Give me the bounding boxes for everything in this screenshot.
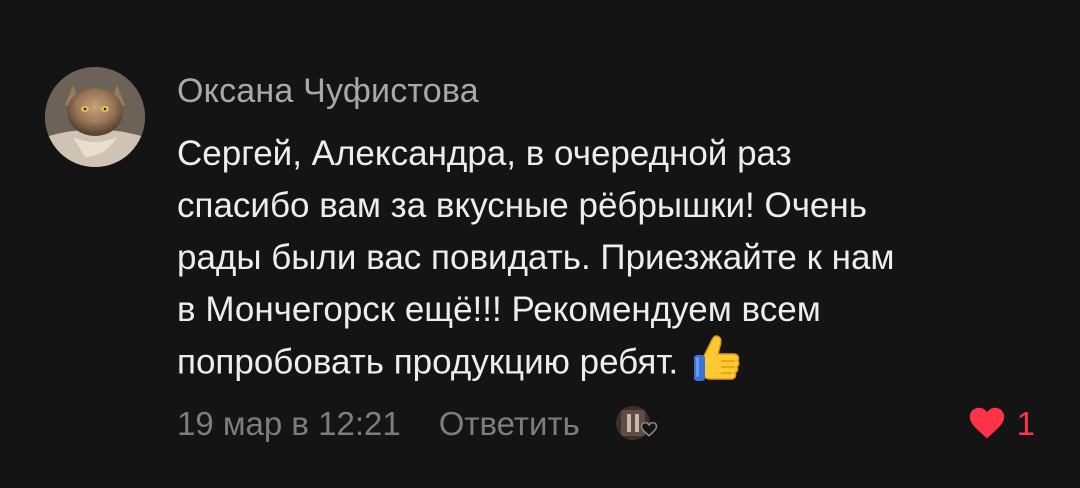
comment-text-line: рады были вас повидать. Приезжайте к нам [177, 238, 895, 277]
timestamp: 19 мар в 12:21 [177, 405, 401, 442]
comment-text-line: в Мончегорск ещё!!! Рекомендуем всем [177, 290, 821, 329]
avatar[interactable] [45, 67, 145, 167]
comment-text-line: спасибо вам за вкусные рёбрышки! Очень [177, 186, 867, 225]
comment-footer: 19 мар в 12:21 Ответить 1 [177, 400, 1057, 448]
reply-button[interactable]: Ответить [439, 405, 580, 443]
like-button[interactable]: 1 [967, 400, 1035, 448]
comment-text-line: попробовать продукцию ребят. [177, 342, 679, 382]
thumbs-up-icon [690, 330, 742, 386]
comment-text-line: Сергей, Александра, в очередной раз [177, 134, 792, 173]
author-name[interactable]: Оксана Чуфистова [177, 72, 479, 111]
comment-text-line-last: попробовать продукцию ребят. [177, 335, 1057, 392]
heart-outline-icon [640, 420, 658, 438]
heart-filled-icon [967, 404, 1007, 445]
like-count: 1 [1016, 405, 1035, 442]
comment-text: Сергей, Александра, в очередной раз спас… [177, 128, 1057, 392]
comment: Оксана Чуфистова Сергей, Александра, в о… [0, 0, 1080, 488]
author-liked-indicator [615, 404, 658, 444]
cat-avatar-image [45, 67, 145, 167]
